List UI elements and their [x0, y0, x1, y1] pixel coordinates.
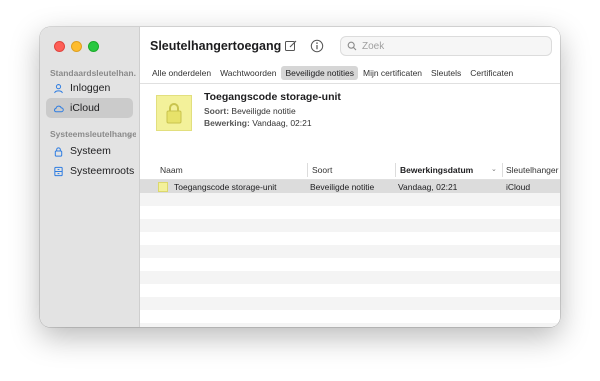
- table-header: Naam Soort Bewerkingsdatum ⌄ Sleutelhang…: [140, 160, 560, 180]
- empty-row: [140, 323, 560, 327]
- sidebar: Standaardsleutelhan... Inloggen iCloud S…: [40, 27, 140, 327]
- close-button[interactable]: [54, 41, 65, 52]
- toolbar: Sleutelhangertoegang: [140, 27, 560, 65]
- sidebar-item-systeemroots[interactable]: Systeemroots: [46, 161, 135, 181]
- chevron-down-icon[interactable]: ⌄: [127, 130, 133, 138]
- minimize-button[interactable]: [71, 41, 82, 52]
- sidebar-item-icloud[interactable]: iCloud: [46, 98, 133, 118]
- item-modified: Bewerking: Vandaag, 02:21: [204, 118, 312, 128]
- category-tabs: Alle onderdelen Wachtwoorden Beveiligde …: [148, 66, 517, 80]
- divider: [140, 83, 560, 84]
- empty-row: [140, 271, 560, 284]
- sidebar-heading-default-keychains[interactable]: Standaardsleutelhan...: [50, 68, 136, 78]
- tab-wachtwoorden[interactable]: Wachtwoorden: [216, 66, 280, 80]
- empty-row: [140, 219, 560, 232]
- item-detail-header: Toegangscode storage-unit Soort: Beveili…: [140, 89, 560, 159]
- tab-alle-onderdelen[interactable]: Alle onderdelen: [148, 66, 215, 80]
- info-icon: [310, 39, 324, 53]
- empty-row: [140, 284, 560, 297]
- sidebar-item-inloggen[interactable]: Inloggen: [46, 78, 133, 98]
- tab-beveiligde-notities[interactable]: Beveiligde notities: [281, 66, 358, 80]
- item-modified-label: Bewerking:: [204, 118, 250, 128]
- tab-sleutels[interactable]: Sleutels: [427, 66, 465, 80]
- column-header-sleutelhanger[interactable]: Sleutelhanger: [506, 165, 558, 175]
- sidebar-item-systeem[interactable]: Systeem: [46, 141, 133, 161]
- empty-row: [140, 258, 560, 271]
- empty-row: [140, 245, 560, 258]
- compose-icon: [285, 40, 297, 51]
- column-divider[interactable]: [395, 163, 396, 177]
- empty-row: [140, 310, 560, 323]
- person-icon: [53, 83, 64, 94]
- keychain-window: Standaardsleutelhan... Inloggen iCloud S…: [40, 27, 560, 327]
- cabinet-icon: [53, 166, 64, 177]
- empty-row: [140, 206, 560, 219]
- item-kind-label: Soort:: [204, 106, 230, 116]
- column-header-naam[interactable]: Naam: [160, 165, 183, 175]
- column-divider[interactable]: [502, 163, 503, 177]
- window-title: Sleutelhangertoegang: [150, 39, 282, 53]
- item-name: Toegangscode storage-unit: [204, 91, 341, 103]
- cloud-icon: [53, 103, 64, 114]
- item-kind: Soort: Beveiligde notitie: [204, 106, 296, 116]
- search-icon: [347, 41, 357, 51]
- cell-date: Vandaag, 02:21: [398, 182, 458, 192]
- column-header-soort[interactable]: Soort: [312, 165, 332, 175]
- info-button[interactable]: [309, 38, 325, 54]
- empty-row: [140, 297, 560, 310]
- window-controls: [54, 41, 99, 52]
- empty-row: [140, 193, 560, 206]
- items-table: Toegangscode storage-unit Beveiligde not…: [140, 180, 560, 327]
- sidebar-item-label: iCloud: [70, 102, 100, 114]
- item-kind-value: Beveiligde notitie: [231, 106, 296, 116]
- sidebar-item-label: Systeemroots: [70, 165, 135, 177]
- table-row[interactable]: Toegangscode storage-unit Beveiligde not…: [140, 180, 560, 193]
- item-modified-value: Vandaag, 02:21: [252, 118, 312, 128]
- empty-row: [140, 232, 560, 245]
- secure-note-icon: [156, 95, 192, 131]
- cell-kind: Beveiligde notitie: [310, 182, 375, 192]
- sidebar-heading-system-keychains[interactable]: Systeemsleutelhange...: [50, 129, 136, 139]
- column-divider[interactable]: [307, 163, 308, 177]
- secure-note-icon: [158, 182, 168, 192]
- tab-certificaten[interactable]: Certificaten: [466, 66, 517, 80]
- sidebar-item-label: Systeem: [70, 145, 111, 157]
- search-field[interactable]: [340, 36, 552, 56]
- cell-name: Toegangscode storage-unit: [174, 182, 277, 192]
- zoom-button[interactable]: [88, 41, 99, 52]
- sidebar-item-label: Inloggen: [70, 82, 111, 94]
- cell-keychain: iCloud: [506, 182, 531, 192]
- column-header-bewerkingsdatum[interactable]: Bewerkingsdatum: [400, 165, 473, 175]
- tab-mijn-certificaten[interactable]: Mijn certificaten: [359, 66, 426, 80]
- lock-icon: [53, 146, 64, 157]
- sort-descending-icon[interactable]: ⌄: [491, 165, 497, 173]
- search-input[interactable]: [362, 40, 542, 52]
- main-pane: Sleutelhangertoegang Alle onderdelen Wac…: [140, 27, 560, 327]
- new-item-button[interactable]: [283, 38, 299, 54]
